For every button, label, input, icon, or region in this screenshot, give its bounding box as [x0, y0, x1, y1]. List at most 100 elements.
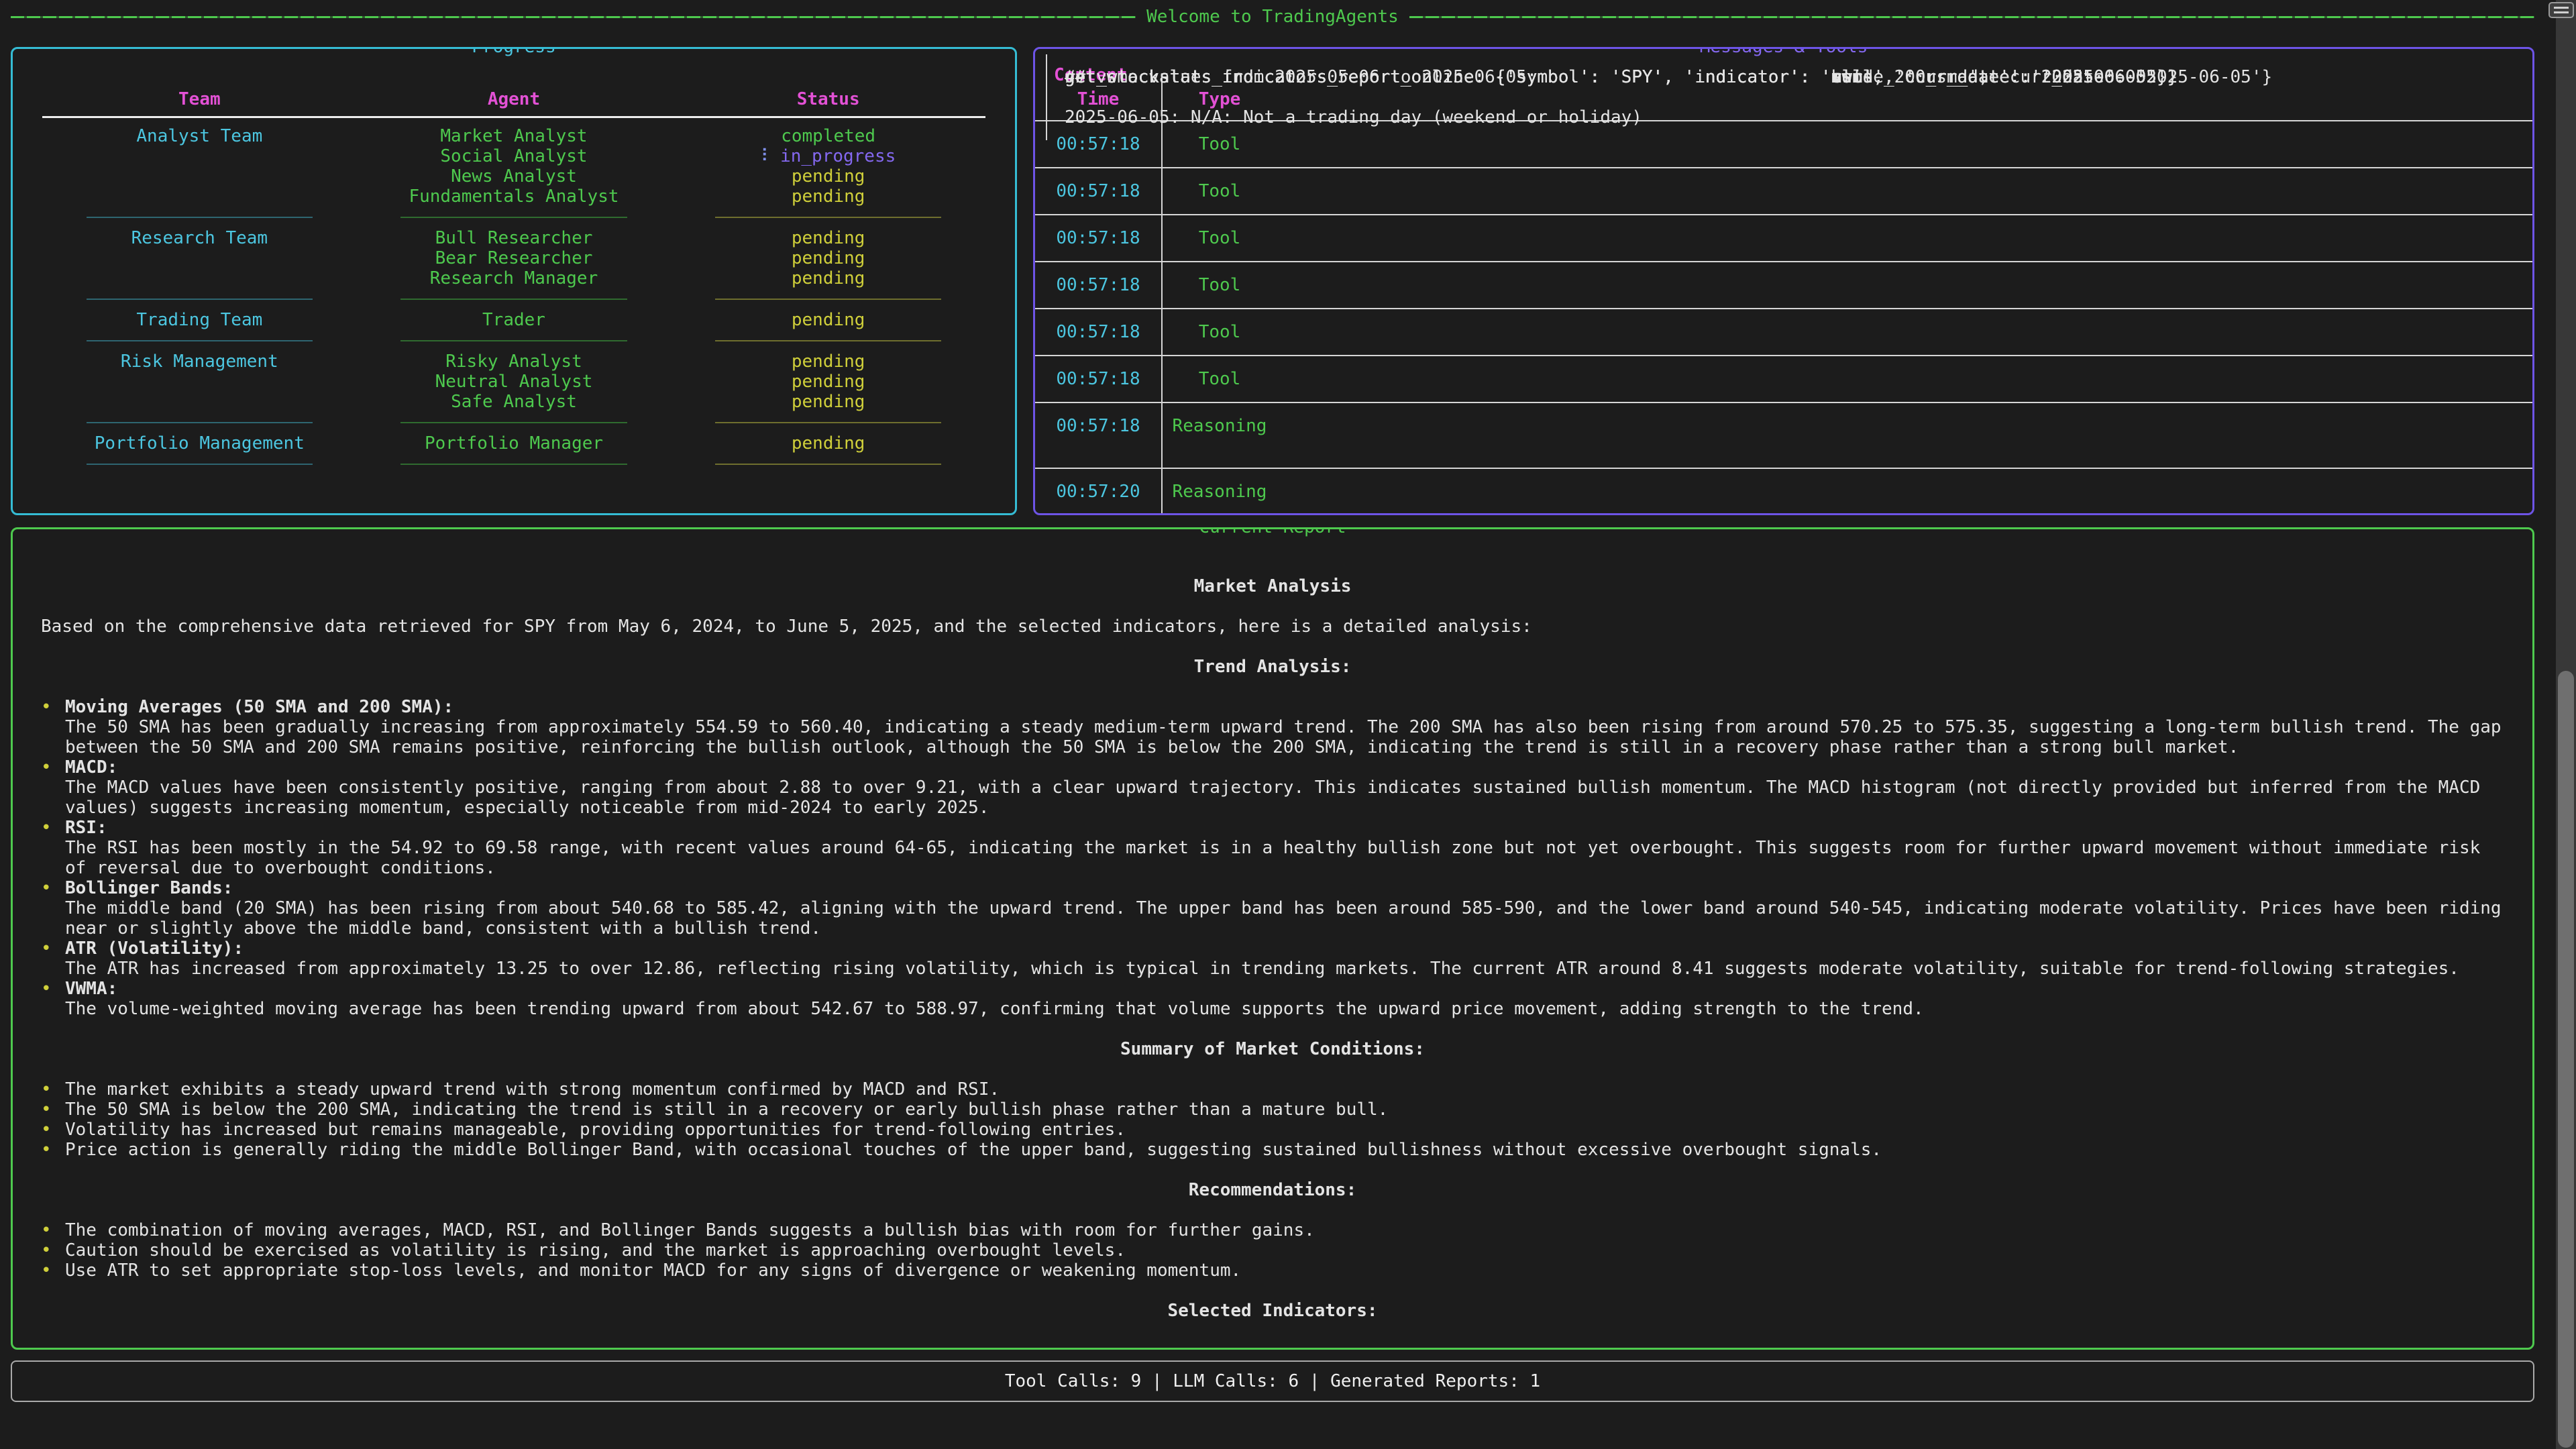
bullet-item: •Volatility has increased but remains ma… [41, 1120, 2504, 1140]
agent-name: Portfolio Manager [357, 433, 672, 453]
message-type: Reasoning [1161, 403, 1277, 468]
bullet-content: Price action is generally riding the mid… [65, 1140, 2504, 1160]
bullet-item: •The combination of moving averages, MAC… [41, 1220, 2504, 1240]
bullet-list: •The combination of moving averages, MAC… [41, 1220, 2504, 1281]
message-row: 00:57:18Toolget_stockstats_indicators_re… [1035, 168, 2532, 215]
bullet-text: The combination of moving averages, MACD… [65, 1220, 2504, 1240]
main-content: Welcome to TradingAgents Progress Team A… [11, 5, 2534, 1402]
bullet-content: VWMA:The volume-weighted moving average … [65, 979, 2504, 1019]
bullet-icon: • [41, 979, 65, 1019]
separator-line [400, 340, 627, 341]
message-row: 00:57:18Reasoning [1035, 403, 2532, 469]
bullet-icon: • [41, 1260, 65, 1281]
bullet-text: The middle band (20 SMA) has been rising… [65, 898, 2504, 938]
section-heading: Recommendations: [41, 1180, 2504, 1200]
bullet-text: The volume-weighted moving average has b… [65, 999, 2504, 1019]
separator-line [400, 464, 627, 465]
bullet-content: Volatility has increased but remains man… [65, 1120, 2504, 1140]
agent-status: pending [671, 392, 985, 412]
bullet-text: The 50 SMA has been gradually increasing… [65, 717, 2504, 757]
bullet-text: Volatility has increased but remains man… [65, 1120, 2504, 1140]
title-rule-right [1409, 16, 2534, 18]
bullet-item: •Bollinger Bands:The middle band (20 SMA… [41, 878, 2504, 938]
bullet-icon: • [41, 938, 65, 979]
bullet-content: The 50 SMA is below the 200 SMA, indicat… [65, 1099, 2504, 1120]
terminal-screen: { "app": { "title": "Welcome to TradingA… [0, 0, 2576, 1449]
bullet-icon: • [41, 1079, 65, 1099]
agent-status: pending [671, 433, 985, 453]
bullet-term: ATR (Volatility): [65, 938, 2504, 959]
message-row: 00:57:18Toolget_stockstats_indicators_re… [1035, 356, 2532, 403]
scrollbar-menu-button[interactable] [2548, 2, 2574, 18]
message-content: ## vwma values from 2025-05-06 to 2025-0… [1046, 54, 2534, 140]
scrollbar-thumb[interactable] [2558, 671, 2574, 1448]
agent-name: Social Analyst [357, 146, 672, 166]
section-heading: Summary of Market Conditions: [41, 1039, 2504, 1059]
team-separator-row [42, 330, 985, 352]
bullet-text: The 50 SMA is below the 200 SMA, indicat… [65, 1099, 2504, 1120]
bullet-content: The combination of moving averages, MACD… [65, 1220, 2504, 1240]
agent-status: pending [671, 372, 985, 392]
bullet-text: Use ATR to set appropriate stop-loss lev… [65, 1260, 2504, 1281]
header-separator-line [42, 116, 985, 118]
agent-status: completed [671, 126, 985, 146]
agent-status: pending [671, 166, 985, 186]
footer-stats-label: Tool Calls: 9 | LLM Calls: 6 | Generated… [1005, 1371, 1540, 1391]
bullet-item: •The market exhibits a steady upward tre… [41, 1079, 2504, 1099]
message-type: Tool [1161, 356, 1277, 402]
progress-table: Team Agent Status Analyst TeamMarket Ana… [13, 49, 1015, 475]
top-panels-row: Progress Team Agent Status Analyst TeamM… [11, 47, 2534, 515]
spinner-icon: ⠇ [761, 146, 773, 166]
report-intro: Based on the comprehensive data retrieve… [41, 616, 2504, 637]
bullet-content: ATR (Volatility):The ATR has increased f… [65, 938, 2504, 979]
progress-row: Neutral Analystpending [42, 372, 985, 392]
agent-name: Bull Researcher [357, 228, 672, 248]
bullet-item: •Moving Averages (50 SMA and 200 SMA):Th… [41, 697, 2504, 757]
message-time: 00:57:18 [1035, 356, 1161, 402]
bullet-item: •RSI:The RSI has been mostly in the 54.9… [41, 818, 2504, 878]
report-content: Market Analysis Based on the comprehensi… [13, 529, 2532, 1321]
agent-status: pending [671, 268, 985, 288]
bullet-item: •VWMA:The volume-weighted moving average… [41, 979, 2504, 1019]
progress-row: Risk ManagementRisky Analystpending [42, 352, 985, 372]
message-time: 00:57:20 [1035, 469, 1161, 515]
column-header-team: Team [42, 89, 357, 109]
bullet-term: MACD: [65, 757, 2504, 777]
team-name: Risk Management [42, 352, 357, 372]
messages-table: Time Type Content 00:57:18Toolget_stocks… [1035, 78, 2532, 515]
message-row: 00:57:18Toolget_stockstats_indicators_re… [1035, 309, 2532, 356]
messages-table-body: 00:57:18Toolget_stockstats_indicators_re… [1035, 121, 2532, 515]
bullet-item: •MACD:The MACD values have been consiste… [41, 757, 2504, 818]
separator-line [400, 299, 627, 300]
bullet-content: Use ATR to set appropriate stop-loss lev… [65, 1260, 2504, 1281]
report-panel: Current Report Market Analysis Based on … [11, 527, 2534, 1350]
agent-name: Neutral Analyst [357, 372, 672, 392]
bullet-text: Price action is generally riding the mid… [65, 1140, 2504, 1160]
separator-line [715, 422, 941, 423]
bullet-content: Moving Averages (50 SMA and 200 SMA):The… [65, 697, 2504, 757]
bullet-text: The MACD values have been consistently p… [65, 777, 2504, 818]
bullet-content: Caution should be exercised as volatilit… [65, 1240, 2504, 1260]
bullet-content: RSI:The RSI has been mostly in the 54.92… [65, 818, 2504, 878]
team-name: Research Team [42, 228, 357, 248]
bullet-list: •The market exhibits a steady upward tre… [41, 1079, 2504, 1160]
team-separator-row [42, 207, 985, 228]
bullet-term: Moving Averages (50 SMA and 200 SMA): [65, 697, 2504, 717]
message-type: Tool [1161, 168, 1277, 214]
message-time: 00:57:18 [1035, 403, 1161, 468]
bullet-icon: • [41, 818, 65, 878]
bullet-content: MACD:The MACD values have been consisten… [65, 757, 2504, 818]
separator-line [400, 217, 627, 218]
separator-line [87, 464, 313, 465]
agent-name: Research Manager [357, 268, 672, 288]
app-title-bar: Welcome to TradingAgents [11, 5, 2534, 28]
scrollbar-track[interactable] [2556, 0, 2576, 1449]
agent-name: Bear Researcher [357, 248, 672, 268]
agent-name: Market Analyst [357, 126, 672, 146]
progress-row: Trading TeamTraderpending [42, 310, 985, 330]
menu-icon [2554, 7, 2569, 9]
footer-stats-box: Tool Calls: 9 | LLM Calls: 6 | Generated… [11, 1360, 2534, 1402]
agent-status: pending [671, 248, 985, 268]
progress-row: Research Managerpending [42, 268, 985, 288]
bullet-icon: • [41, 697, 65, 757]
